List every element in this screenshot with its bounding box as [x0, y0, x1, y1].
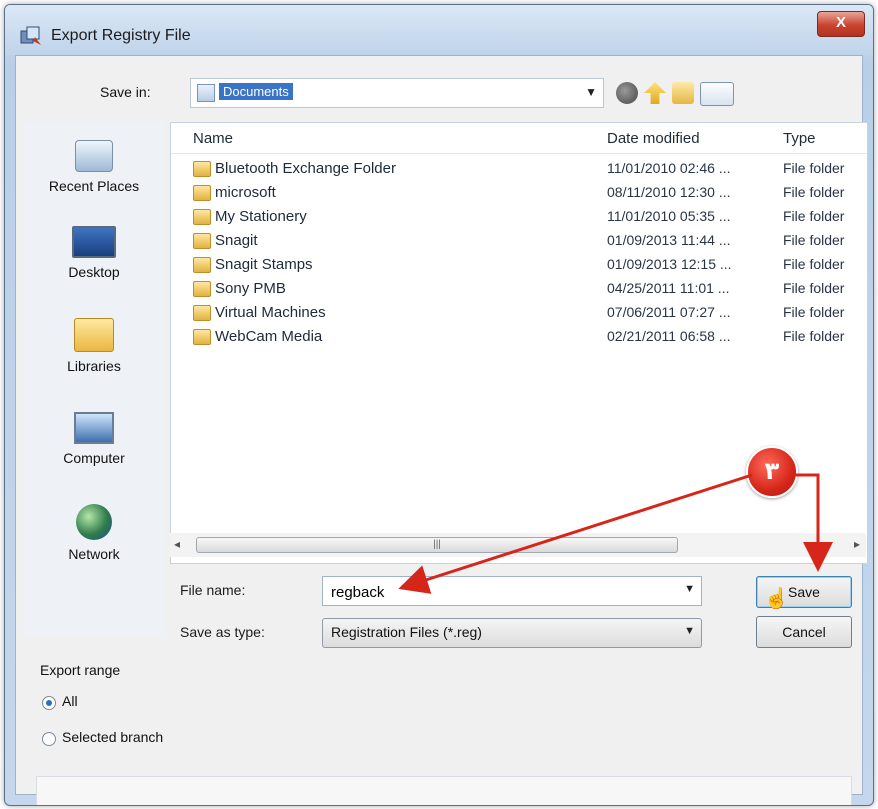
scroll-right-icon[interactable]: ▸: [854, 537, 860, 551]
folder-icon: [193, 209, 211, 225]
row-name: My Stationery: [215, 208, 307, 225]
table-row[interactable]: Snagit Stamps 01/09/2013 12:15 ... File …: [171, 253, 867, 277]
file-name-label: File name:: [180, 582, 246, 598]
network-icon: [76, 504, 112, 540]
row-date: 04/25/2011 11:01 ...: [607, 280, 730, 296]
export-range-label: Export range: [40, 662, 121, 678]
export-registry-dialog: Export Registry File X Save in: Document…: [4, 4, 874, 806]
new-folder-icon[interactable]: [672, 82, 694, 104]
table-row[interactable]: Sony PMB 04/25/2011 11:01 ... File folde…: [171, 277, 867, 301]
row-type: File folder: [783, 160, 845, 176]
row-type: File folder: [783, 232, 845, 248]
chevron-down-icon[interactable]: ▼: [585, 85, 597, 99]
place-label: Libraries: [67, 358, 121, 374]
place-computer[interactable]: Computer: [24, 412, 164, 466]
row-date: 01/09/2013 11:44 ...: [607, 232, 731, 248]
radio-selected-branch-label[interactable]: Selected branch: [62, 729, 163, 745]
place-recent-places[interactable]: Recent Places: [24, 140, 164, 194]
row-name: microsoft: [215, 184, 276, 201]
hand-cursor-icon: ☝: [764, 588, 789, 610]
row-name: Snagit Stamps: [215, 256, 313, 273]
up-folder-icon[interactable]: [644, 82, 666, 104]
place-libraries[interactable]: Libraries: [24, 318, 164, 374]
place-label: Computer: [63, 450, 125, 466]
file-list[interactable]: Name Date modified Type Bluetooth Exchan…: [170, 122, 868, 564]
row-type: File folder: [783, 280, 845, 296]
folder-icon: [193, 233, 211, 249]
save-in-value: Documents: [219, 83, 293, 100]
radio-all-label[interactable]: All: [62, 693, 78, 709]
place-desktop[interactable]: Desktop: [24, 226, 164, 280]
registry-editor-icon: [20, 26, 41, 45]
row-date: 02/21/2011 06:58 ...: [607, 328, 731, 344]
row-date: 08/11/2010 12:30 ...: [607, 184, 731, 200]
desktop-icon: [72, 226, 116, 258]
row-name: Snagit: [215, 232, 258, 249]
views-menu-icon[interactable]: [700, 82, 734, 106]
scrollbar-thumb[interactable]: |||: [196, 537, 678, 553]
table-row[interactable]: Bluetooth Exchange Folder 11/01/2010 02:…: [171, 157, 867, 181]
documents-folder-icon: [197, 84, 215, 102]
table-row[interactable]: My Stationery 11/01/2010 05:35 ... File …: [171, 205, 867, 229]
window-title: Export Registry File: [51, 27, 191, 44]
row-type: File folder: [783, 208, 845, 224]
folder-icon: [193, 281, 211, 297]
close-button[interactable]: X: [817, 11, 865, 37]
row-date: 01/09/2013 12:15 ...: [607, 256, 732, 272]
cancel-button[interactable]: Cancel: [756, 616, 852, 648]
step-number-badge: ۳: [746, 446, 798, 498]
column-header-date-modified[interactable]: Date modified: [607, 130, 700, 147]
places-bar: Recent Places Desktop Libraries Computer…: [24, 122, 164, 636]
row-date: 11/01/2010 05:35 ...: [607, 208, 731, 224]
place-label: Desktop: [68, 264, 120, 280]
save-in-label: Save in:: [100, 84, 151, 100]
row-name: WebCam Media: [215, 328, 323, 345]
column-header-type[interactable]: Type: [783, 130, 816, 147]
folder-icon: [193, 257, 211, 273]
place-label: Recent Places: [48, 178, 140, 194]
folder-icon: [193, 185, 211, 201]
title-bar[interactable]: Export Registry File X: [5, 5, 873, 55]
row-name: Bluetooth Exchange Folder: [215, 160, 396, 177]
radio-all[interactable]: [42, 696, 56, 710]
save-in-dropdown[interactable]: Documents ▼: [190, 78, 604, 108]
row-type: File folder: [783, 328, 845, 344]
folder-icon: [193, 161, 211, 177]
column-header-row: Name Date modified Type: [171, 123, 867, 154]
libraries-icon: [74, 318, 114, 352]
row-type: File folder: [783, 256, 845, 272]
computer-icon: [74, 412, 114, 444]
chevron-down-icon[interactable]: ▼: [684, 583, 695, 595]
row-name: Virtual Machines: [215, 304, 326, 321]
save-as-type-value: Registration Files (*.reg): [331, 624, 482, 640]
radio-selected-branch[interactable]: [42, 732, 56, 746]
scroll-left-icon[interactable]: ◂: [174, 537, 180, 551]
horizontal-scrollbar[interactable]: ◂ ||| ▸: [170, 533, 866, 557]
dialog-body: Save in: Documents ▼ Recent Places Deskt…: [15, 55, 868, 805]
table-row[interactable]: Virtual Machines 07/06/2011 07:27 ... Fi…: [171, 301, 867, 325]
table-row[interactable]: microsoft 08/11/2010 12:30 ... File fold…: [171, 181, 867, 205]
file-name-field[interactable]: ▼: [322, 576, 702, 606]
row-type: File folder: [783, 184, 845, 200]
row-type: File folder: [783, 304, 845, 320]
save-as-type-label: Save as type:: [180, 624, 265, 640]
back-icon[interactable]: [616, 82, 638, 104]
folder-icon: [193, 329, 211, 345]
row-date: 11/01/2010 02:46 ...: [607, 160, 731, 176]
place-network[interactable]: Network: [24, 504, 164, 562]
table-row[interactable]: WebCam Media 02/21/2011 06:58 ... File f…: [171, 325, 867, 349]
recent-places-icon: [75, 140, 113, 172]
table-row[interactable]: Snagit 01/09/2013 11:44 ... File folder: [171, 229, 867, 253]
save-as-type-dropdown[interactable]: Registration Files (*.reg) ▼: [322, 618, 702, 648]
file-name-input[interactable]: [329, 581, 663, 603]
chevron-down-icon[interactable]: ▼: [684, 625, 695, 637]
row-name: Sony PMB: [215, 280, 286, 297]
folder-icon: [193, 305, 211, 321]
row-date: 07/06/2011 07:27 ...: [607, 304, 731, 320]
selected-branch-field[interactable]: [36, 776, 852, 805]
column-header-name[interactable]: Name: [193, 130, 233, 147]
place-label: Network: [68, 546, 120, 562]
